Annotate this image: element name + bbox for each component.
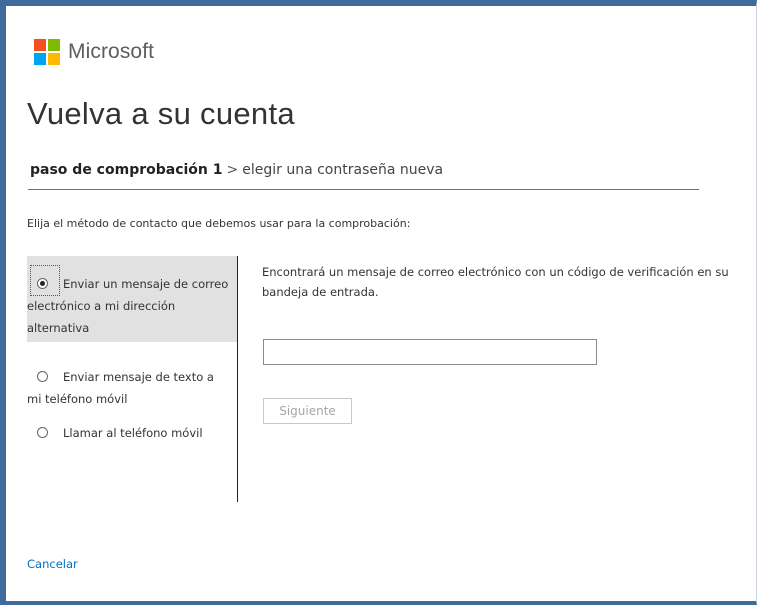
breadcrumb: paso de comprobación 1 > elegir una contra… (30, 162, 443, 178)
header-divider (28, 189, 699, 190)
verification-code-input[interactable] (263, 339, 597, 365)
brand-name: Microsoft (68, 40, 155, 63)
contact-method-sms[interactable]: Enviar mensaje de texto a mi teléfono mó… (27, 342, 237, 418)
logo-square-yellow (48, 53, 60, 65)
logo-square-red (34, 39, 46, 51)
contact-method-call[interactable]: Llamar al teléfono móvil (27, 418, 237, 444)
options-divider (237, 256, 238, 502)
logo-square-blue (34, 53, 46, 65)
page-title: Vuelva a su cuenta (27, 96, 295, 131)
instruction-text: Elija el método de contacto que debemos … (27, 217, 411, 230)
breadcrumb-current-step: paso de comprobación 1 (30, 162, 223, 178)
microsoft-logo-icon (34, 39, 60, 65)
logo-square-green (48, 39, 60, 51)
contact-method-sms-label: Enviar mensaje de texto a mi teléfono mó… (27, 370, 214, 406)
contact-method-email[interactable]: Enviar un mensaje de correo electrónico … (27, 256, 237, 342)
cancel-link[interactable]: Cancelar (27, 557, 78, 571)
breadcrumb-separator: > (226, 162, 239, 178)
radio-sms[interactable] (37, 371, 48, 382)
contact-method-call-label: Llamar al teléfono móvil (63, 426, 203, 440)
next-button[interactable]: Siguiente (263, 398, 352, 424)
radio-call[interactable] (37, 427, 48, 438)
contact-method-list: Enviar un mensaje de correo electrónico … (27, 256, 237, 444)
method-description: Encontrará un mensaje de correo electrón… (262, 265, 729, 299)
microsoft-logo: Microsoft (34, 39, 154, 65)
breadcrumb-next-step: elegir una contraseña nueva (242, 162, 444, 178)
radio-email[interactable] (37, 278, 48, 289)
